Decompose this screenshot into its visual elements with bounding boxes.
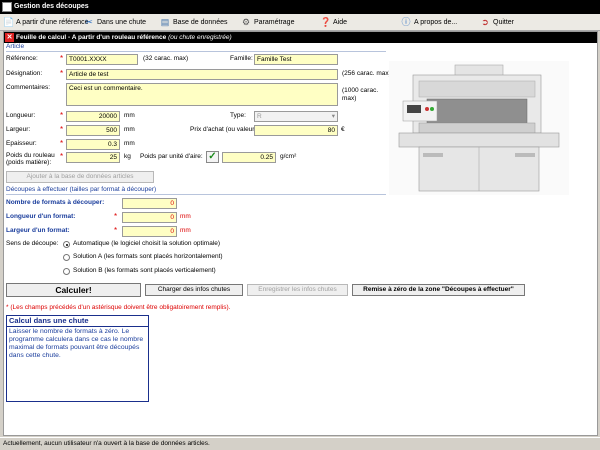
help-box: Calcul dans une chute Laisser le nombre … [6,315,149,402]
radio-automatique[interactable] [63,241,70,248]
prix-field[interactable]: 80 [254,125,338,136]
epaisseur-unit: mm [124,140,135,147]
largeur-format-field[interactable]: 0 [122,226,177,237]
epaisseur-label: Epaisseur: [6,140,37,147]
radio-solution-b[interactable] [63,268,70,275]
longueur-format-label: Longueur d'un format: [6,213,76,220]
window-title-bar: Gestion des découpes [0,0,600,14]
ppa-field[interactable]: 0.25 [222,152,276,163]
app-icon [2,2,12,12]
status-bar: Actuellement, aucun utilisateur n'a ouve… [0,437,600,450]
required-star: * [60,125,64,134]
prix-label: Prix d'achat (ou valeur): [190,126,259,133]
largeur-unit: mm [124,126,135,133]
menu-item-aide[interactable]: ❓ Aide [320,16,347,29]
required-note: * (Les champs précédés d'un astérisque d… [6,304,231,311]
scissors-icon: ✂ [85,17,93,27]
document-arrow-icon: 📄 [3,17,15,27]
decoupes-section-label: Découpes à effectuer (tailles par format… [6,186,157,193]
largeur-label: Largeur: [6,126,31,133]
required-star: * [60,111,64,120]
option-solution-b-label: Solution B (les formats sont placés vert… [73,267,216,274]
option-automatique-label: Automatique (le logiciel choisit la solu… [73,240,221,247]
ppa-unit: g/cm² [280,153,297,160]
decoupes-section-rule [6,194,386,195]
exit-icon: ➲ [481,17,489,27]
designation-label: Désignation: [6,70,43,77]
help-body: Laisser le nombre de formats à zéro. Le … [9,328,144,359]
longueur-format-unit: mm [180,213,191,220]
menu-item-database[interactable]: ▤ Base de données [160,16,228,29]
menu-item-apropos[interactable]: ⓘ A propos de... [401,16,457,29]
check-icon[interactable]: ✓ [206,151,219,163]
longueur-field[interactable]: 20000 [66,111,120,122]
radio-solution-a[interactable] [63,254,70,261]
required-star: * [60,69,64,78]
reference-field[interactable]: T0001.XXXX [66,54,138,65]
largeur-format-unit: mm [180,227,191,234]
charger-infos-button[interactable]: Charger des infos chutes [145,284,243,296]
longueur-unit: mm [124,112,135,119]
type-select[interactable]: R [254,111,338,122]
article-section-label: Article [6,43,25,50]
enregistrer-infos-button[interactable]: Enregistrer les infos chutes [247,284,348,296]
settings-icon: ⚙ [241,17,251,27]
option-solution-a-label: Solution A (les formats sont placés hori… [73,253,223,260]
prix-unit: € [341,126,345,133]
required-star: * [60,152,64,161]
famille-field[interactable]: Famille Test [254,54,338,65]
menu-item-reference[interactable]: 📄 A partir d'une référence [3,16,89,29]
ppa-label: Poids par unité d'aire: [140,153,203,160]
window-title: Gestion des découpes [14,3,89,10]
article-section-rule [6,51,386,52]
menu-bar: 📄 A partir d'une référence ✂ Dans une chut… [0,14,600,31]
designation-hint: (256 carac. max) [342,70,391,77]
sens-label: Sens de découpe: [6,240,59,247]
epaisseur-field[interactable]: 0.3 [66,139,120,150]
designation-field[interactable]: Article de test [66,69,338,80]
commentaires-label: Commentaires: [6,84,51,91]
poids-field[interactable]: 25 [66,152,120,163]
nb-formats-field[interactable]: 0 [122,198,177,209]
info-icon: ⓘ [401,17,411,27]
close-icon[interactable]: ✕ [5,33,14,42]
help-icon: ❓ [320,17,332,27]
commentaires-field[interactable]: Ceci est un commentaire. [66,83,338,106]
largeur-format-label: Largeur d'un format: [6,227,70,234]
nb-formats-label: Nombre de formats à découper: [6,199,105,206]
longueur-format-field[interactable]: 0 [122,212,177,223]
help-title: Calcul dans une chute [7,316,148,327]
panel-title: Feuille de calcul - A partir d'un roulea… [16,34,167,41]
poids-unit: kg [124,153,131,160]
required-star: * [114,226,118,235]
calculer-button[interactable]: Calculer! [6,283,141,297]
menu-item-chute[interactable]: ✂ Dans une chute [84,16,146,29]
type-label: Type: [230,112,246,119]
required-star: * [114,212,118,221]
reference-hint: (32 carac. max) [143,55,189,62]
reference-label: Référence: [6,55,38,62]
cutting-machine-image [389,61,569,195]
reset-decoupes-button[interactable]: Remise à zéro de la zone "Découpes à eff… [352,284,525,296]
menu-item-quitter[interactable]: ➲ Quitter [480,16,514,29]
famille-label: Famille: [230,55,253,62]
required-star: * [60,139,64,148]
panel-subtitle: (ou chute enregistrée) [168,34,232,41]
add-to-db-button[interactable]: Ajouter à la base de données articles [6,171,154,183]
commentaires-hint: (1000 carac. max) [342,87,379,102]
calc-panel: ✕ Feuille de calcul - A partir d'un roul… [3,31,598,436]
required-star: * [60,54,64,63]
longueur-label: Longueur: [6,112,36,119]
menu-item-parametrage[interactable]: ⚙ Paramétrage [241,16,295,29]
database-icon: ▤ [160,17,170,27]
largeur-field[interactable]: 500 [66,125,120,136]
panel-header: ✕ Feuille de calcul - A partir d'un roul… [4,32,597,43]
poids-label: Poids du rouleau (poids matière): [6,152,55,166]
